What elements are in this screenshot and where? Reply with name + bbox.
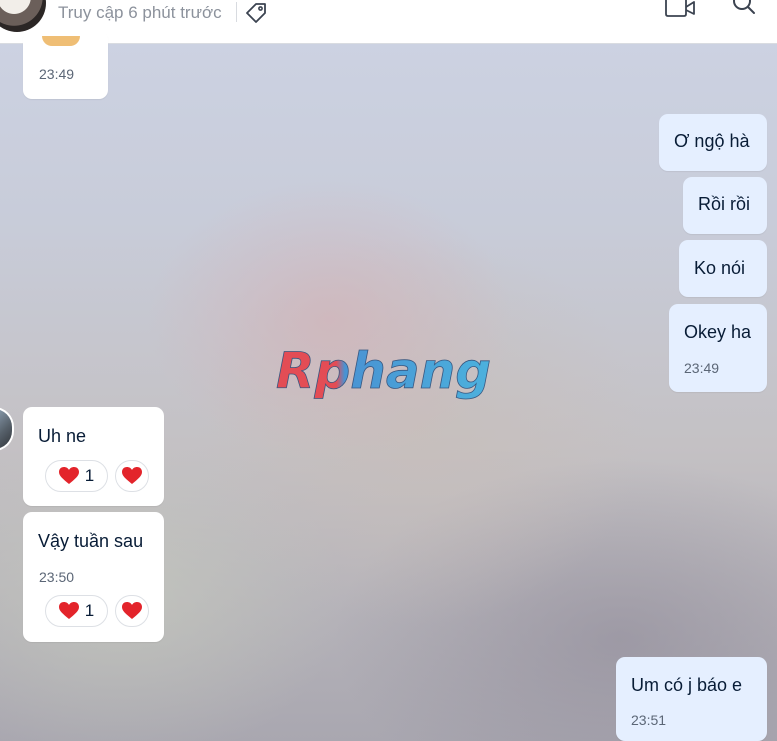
message-bubble-received[interactable]: Uh ne 1: [23, 407, 164, 506]
heart-icon: [122, 602, 142, 619]
message-text: Vậy tuần sau: [38, 531, 144, 551]
search-icon[interactable]: [731, 0, 757, 18]
message-time: 23:51: [631, 712, 667, 728]
reaction-count: 1: [84, 601, 95, 620]
reaction-summary[interactable]: 1: [45, 460, 108, 492]
heart-icon: [58, 467, 79, 484]
message-time: 23:49: [684, 360, 720, 376]
react-button[interactable]: [115, 460, 149, 492]
message-text: Um có j báo e: [631, 675, 743, 695]
message-bubble-received[interactable]: 23:49: [23, 30, 108, 99]
header-divider: [236, 2, 237, 22]
sender-avatar[interactable]: [0, 407, 14, 451]
message-bubble-sent[interactable]: Ơ ngộ hà: [659, 114, 767, 171]
message-bubble-sent[interactable]: Rồi rồi: [683, 177, 767, 234]
emoji-sticker: [42, 36, 80, 46]
heart-icon: [122, 467, 142, 484]
message-bubble-sent[interactable]: Ko nói: [679, 240, 767, 297]
reaction-summary[interactable]: 1: [45, 595, 108, 627]
reaction-count: 1: [84, 466, 95, 485]
message-time: 23:49: [39, 66, 75, 82]
video-call-icon[interactable]: [664, 0, 696, 18]
tag-icon[interactable]: [244, 1, 268, 25]
message-text: Okey ha: [684, 322, 752, 342]
watermark-logo: Rphang: [276, 342, 492, 401]
svg-text:Rphang: Rphang: [276, 342, 491, 400]
heart-icon: [58, 602, 79, 619]
message-time: 23:50: [39, 569, 75, 585]
chat-header: Truy cập 6 phút trước: [0, 0, 777, 44]
contact-avatar[interactable]: [0, 0, 46, 32]
message-text: Rồi rồi: [698, 194, 751, 214]
message-text: Uh ne: [38, 426, 87, 446]
message-bubble-sent[interactable]: Okey ha 23:49: [669, 304, 767, 392]
message-bubble-sent[interactable]: Um có j báo e 23:51: [616, 657, 767, 741]
react-button[interactable]: [115, 595, 149, 627]
message-text: Ko nói: [694, 258, 746, 278]
last-seen-status: Truy cập 6 phút trước: [58, 3, 222, 22]
message-text: Ơ ngộ hà: [674, 131, 750, 151]
message-bubble-received[interactable]: Vậy tuần sau 23:50 1: [23, 512, 164, 642]
